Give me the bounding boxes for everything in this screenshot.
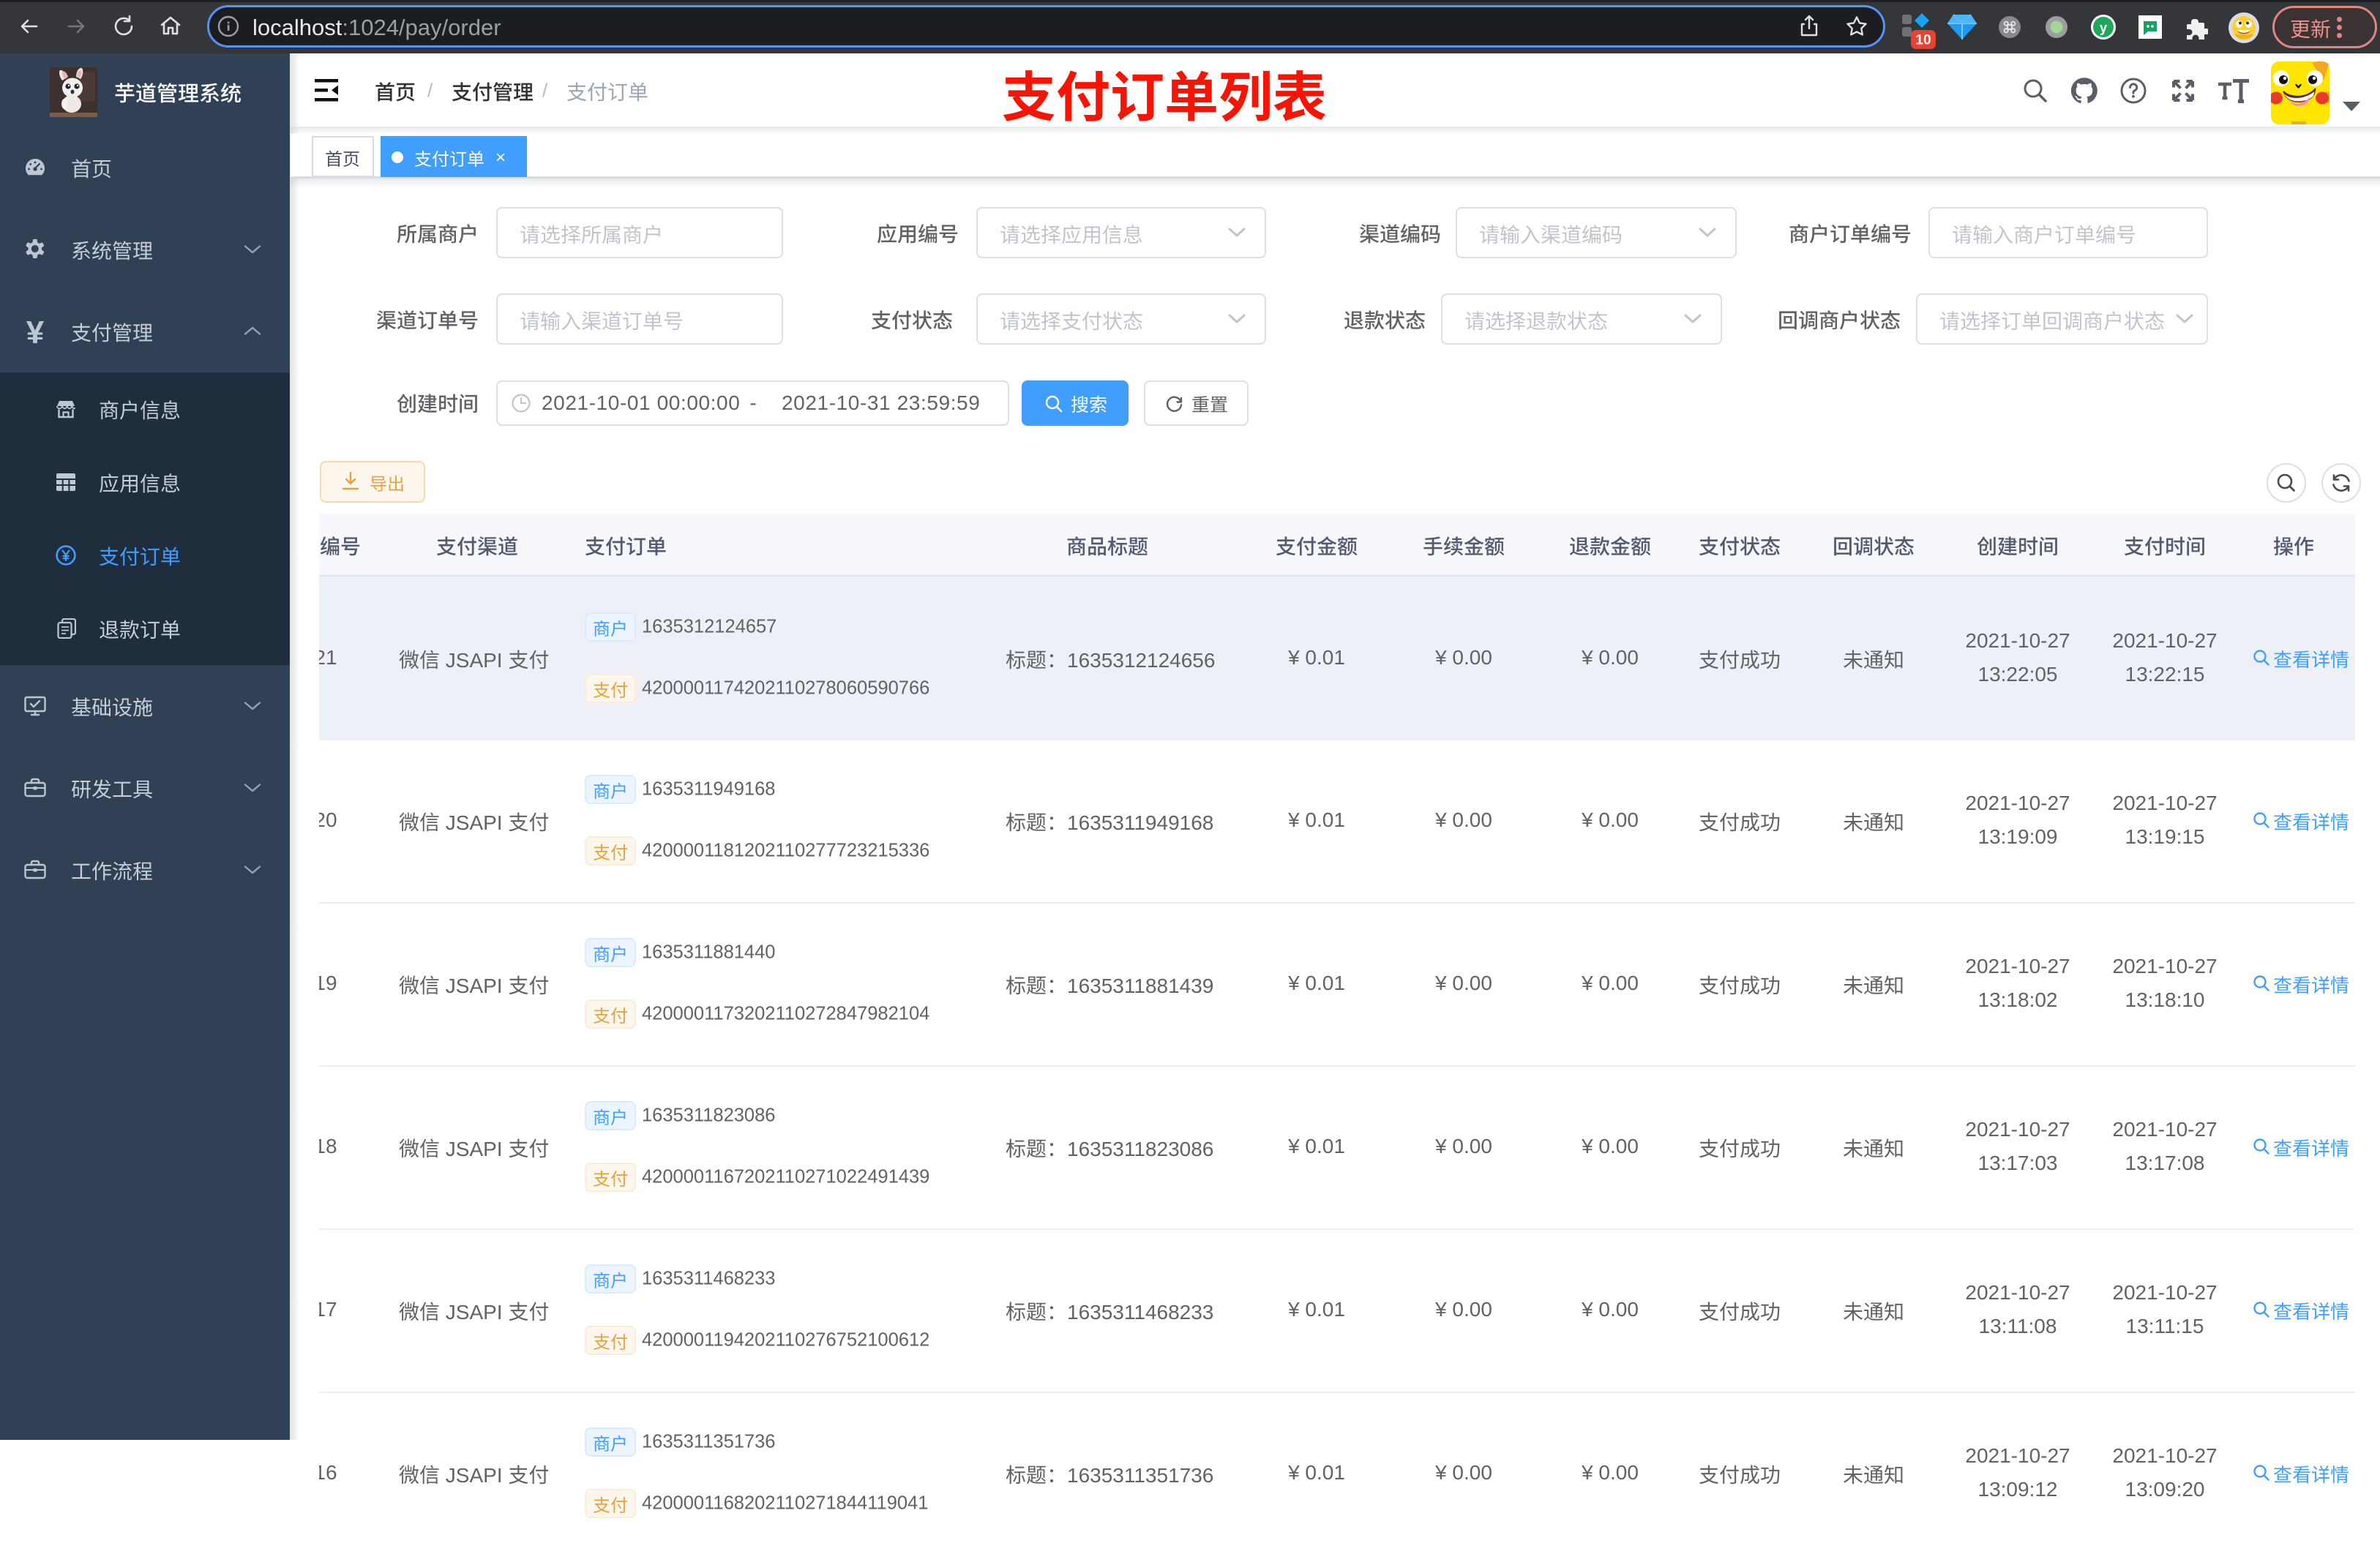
svg-text:1635312124656: 1635312124656 — [1067, 649, 1215, 672]
svg-text:JSAPI: JSAPI — [440, 811, 508, 834]
svg-text:10: 10 — [1915, 33, 1931, 48]
svg-text:JSAPI: JSAPI — [440, 649, 508, 672]
svg-text:JSAPI: JSAPI — [440, 1138, 508, 1160]
svg-text:JSAPI: JSAPI — [440, 1301, 508, 1324]
svg-text:1635311881439: 1635311881439 — [1067, 975, 1213, 997]
svg-text:1635311949168: 1635311949168 — [1067, 811, 1213, 834]
svg-text:1635311823086: 1635311823086 — [1067, 1138, 1213, 1160]
svg-text:JSAPI: JSAPI — [440, 1464, 508, 1487]
svg-text:y: y — [2100, 20, 2107, 35]
svg-text:1635311351736: 1635311351736 — [1067, 1464, 1213, 1487]
svg-text:1635311468233: 1635311468233 — [1067, 1301, 1213, 1324]
svg-text:JSAPI: JSAPI — [440, 975, 508, 997]
